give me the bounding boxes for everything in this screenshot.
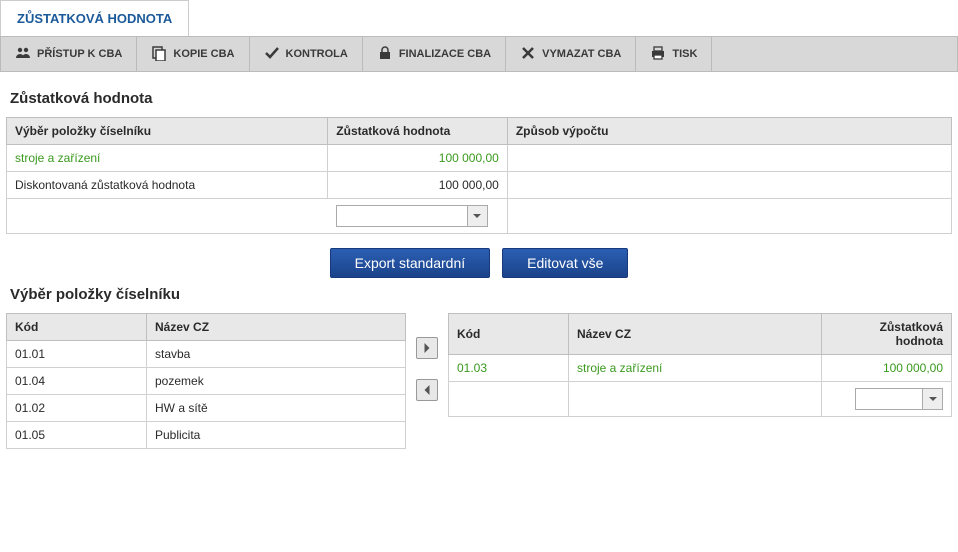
- people-icon: [15, 45, 31, 64]
- cell-name: Publicita: [147, 422, 406, 449]
- print-icon: [650, 45, 666, 64]
- cancel-icon: [520, 45, 536, 64]
- cell-code: 01.01: [7, 341, 147, 368]
- list-item[interactable]: 01.01stavba: [7, 341, 406, 368]
- edit-all-button-label: Editovat vše: [527, 255, 603, 271]
- filter-input[interactable]: [856, 389, 922, 409]
- cell-name: pozemek: [147, 368, 406, 395]
- cell-name: stavba: [147, 341, 406, 368]
- grid-header-col2[interactable]: Zůstatková hodnota: [328, 118, 508, 145]
- cell-code: 01.04: [7, 368, 147, 395]
- toolbar-label: PŘÍSTUP K CBA: [37, 48, 122, 60]
- right-header-code[interactable]: Kód: [449, 314, 569, 355]
- grid-row[interactable]: stroje a zařízení 100 000,00: [7, 145, 952, 172]
- toolbar-pristup[interactable]: PŘÍSTUP K CBA: [1, 37, 137, 71]
- toolbar-label: FINALIZACE CBA: [399, 48, 491, 60]
- grid-row[interactable]: Diskontovaná zůstatková hodnota 100 000,…: [7, 172, 952, 199]
- move-left-button[interactable]: [416, 379, 438, 401]
- toolbar-finalizace[interactable]: FINALIZACE CBA: [363, 37, 506, 71]
- export-button[interactable]: Export standardní: [330, 248, 491, 278]
- cell-code: 01.05: [7, 422, 147, 449]
- toolbar-tisk[interactable]: TISK: [636, 37, 712, 71]
- toolbar-kopie[interactable]: KOPIE CBA: [137, 37, 249, 71]
- picker-left-grid: Kód Název CZ 01.01stavba 01.04pozemek 01…: [6, 313, 406, 449]
- grid-filter-row: [7, 199, 952, 234]
- check-icon: [264, 45, 280, 64]
- dropdown-icon[interactable]: [467, 206, 487, 226]
- list-item[interactable]: 01.02HW a sítě: [7, 395, 406, 422]
- toolbar: PŘÍSTUP K CBA KOPIE CBA KONTROLA FINALIZ…: [0, 36, 958, 72]
- list-item[interactable]: 01.05Publicita: [7, 422, 406, 449]
- left-header-name[interactable]: Název CZ: [147, 314, 406, 341]
- left-header-code[interactable]: Kód: [7, 314, 147, 341]
- grid-zustatkova: Výběr položky číselníku Zůstatková hodno…: [6, 117, 952, 234]
- grid-header-col3[interactable]: Způsob výpočtu: [507, 118, 951, 145]
- right-header-name[interactable]: Název CZ: [569, 314, 822, 355]
- cell-name: HW a sítě: [147, 395, 406, 422]
- grid-cell-value: 100 000,00: [328, 145, 508, 172]
- cell-value: 100 000,00: [822, 355, 952, 382]
- filter-combo[interactable]: [336, 205, 488, 227]
- toolbar-kontrola[interactable]: KONTROLA: [250, 37, 363, 71]
- edit-all-button[interactable]: Editovat vše: [502, 248, 628, 278]
- move-right-button[interactable]: [416, 337, 438, 359]
- toolbar-label: KONTROLA: [286, 48, 348, 60]
- lock-icon: [377, 45, 393, 64]
- grid-cell-calc: [507, 172, 951, 199]
- list-item[interactable]: 01.04pozemek: [7, 368, 406, 395]
- toolbar-label: TISK: [672, 48, 697, 60]
- toolbar-label: VYMAZAT CBA: [542, 48, 621, 60]
- filter-combo[interactable]: [855, 388, 943, 410]
- export-button-label: Export standardní: [355, 255, 466, 271]
- section1-title: Zůstatková hodnota: [10, 90, 952, 107]
- grid-cell-label: Diskontovaná zůstatková hodnota: [7, 172, 328, 199]
- cell-code: 01.03: [449, 355, 569, 382]
- right-header-value[interactable]: Zůstatková hodnota: [822, 314, 952, 355]
- toolbar-label: KOPIE CBA: [173, 48, 234, 60]
- main-tab[interactable]: ZŮSTATKOVÁ HODNOTA: [0, 0, 189, 36]
- cell-name: stroje a zařízení: [569, 355, 822, 382]
- grid-cell-value: 100 000,00: [328, 172, 508, 199]
- grid-header-col1[interactable]: Výběr položky číselníku: [7, 118, 328, 145]
- main-tab-label: ZŮSTATKOVÁ HODNOTA: [17, 11, 172, 26]
- toolbar-vymazat[interactable]: VYMAZAT CBA: [506, 37, 636, 71]
- copy-icon: [151, 45, 167, 64]
- section2-title: Výběr položky číselníku: [10, 286, 952, 303]
- list-item[interactable]: 01.03 stroje a zařízení 100 000,00: [449, 355, 952, 382]
- grid-cell-calc: [507, 145, 951, 172]
- picker-right-grid: Kód Název CZ Zůstatková hodnota 01.03 st…: [448, 313, 952, 417]
- right-filter-row: [449, 382, 952, 417]
- cell-code: 01.02: [7, 395, 147, 422]
- grid-cell-label[interactable]: stroje a zařízení: [7, 145, 328, 172]
- filter-input[interactable]: [337, 206, 467, 226]
- dropdown-icon[interactable]: [922, 389, 942, 409]
